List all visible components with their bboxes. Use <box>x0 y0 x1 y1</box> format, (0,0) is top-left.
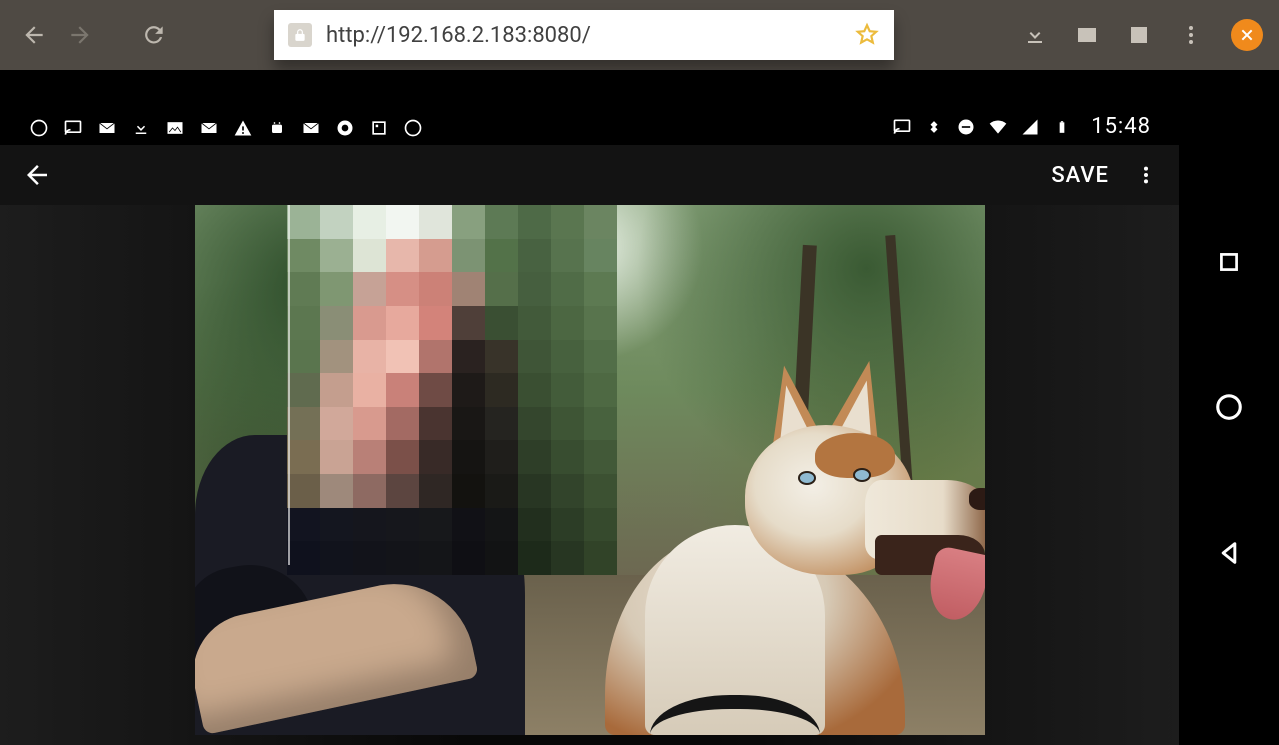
downloads-icon[interactable] <box>1023 23 1047 47</box>
android-navbar <box>1179 70 1279 745</box>
browser-toolbar: http://192.168.2.183:8080/ <box>0 0 1279 70</box>
battery-icon <box>1051 116 1073 138</box>
back-button[interactable] <box>20 21 48 49</box>
android-device: 15:48 SAVE <box>0 70 1279 745</box>
site-security-icon <box>288 23 312 47</box>
notification-square-icon <box>368 117 390 139</box>
close-button[interactable] <box>1231 19 1263 51</box>
notification-bubble-icon <box>28 117 50 139</box>
nav-recents-button[interactable] <box>1216 249 1242 275</box>
cast-icon <box>891 116 913 138</box>
pixelation-edit-handle[interactable] <box>288 205 290 565</box>
notification-mail2-icon <box>198 117 220 139</box>
notification-cast-icon <box>62 117 84 139</box>
browser-overflow-icon[interactable] <box>1179 23 1203 47</box>
nav-back-button[interactable] <box>1215 539 1243 567</box>
status-system: 15:48 <box>891 114 1151 139</box>
clock-text: 15:48 <box>1091 114 1151 139</box>
bluetooth-icon <box>923 116 945 138</box>
url-text: http://192.168.2.183:8080/ <box>326 23 854 48</box>
notification-mail-icon <box>96 117 118 139</box>
android-status-bar: 15:48 <box>0 70 1179 145</box>
bookmark-star-icon[interactable] <box>854 22 880 48</box>
app-back-button[interactable] <box>22 160 52 190</box>
photo-content <box>195 205 985 735</box>
add-tab-icon[interactable] <box>1075 23 1099 47</box>
status-notifications <box>28 117 424 139</box>
nav-home-button[interactable] <box>1214 392 1244 422</box>
pixelated-face <box>287 205 617 575</box>
notification-mail3-icon <box>300 117 322 139</box>
wifi-icon <box>987 116 1009 138</box>
dog <box>585 375 985 735</box>
notification-download-icon <box>130 117 152 139</box>
notification-image-icon <box>164 117 186 139</box>
notification-android-icon <box>266 117 288 139</box>
signal-icon <box>1019 116 1041 138</box>
url-bar[interactable]: http://192.168.2.183:8080/ <box>274 10 894 60</box>
bookmarks-icon[interactable] <box>1127 23 1151 47</box>
save-button[interactable]: SAVE <box>1051 163 1109 188</box>
app-action-bar: SAVE <box>0 145 1179 205</box>
reload-button[interactable] <box>140 21 168 49</box>
dnd-icon <box>955 116 977 138</box>
device-screen: 15:48 SAVE <box>0 70 1179 745</box>
notification-warning-icon <box>232 117 254 139</box>
photo-viewer[interactable] <box>0 205 1179 745</box>
forward-button[interactable] <box>66 21 94 49</box>
app-overflow-icon[interactable] <box>1135 161 1157 189</box>
notification-bubble2-icon <box>402 117 424 139</box>
notification-voicemail-icon <box>334 117 356 139</box>
